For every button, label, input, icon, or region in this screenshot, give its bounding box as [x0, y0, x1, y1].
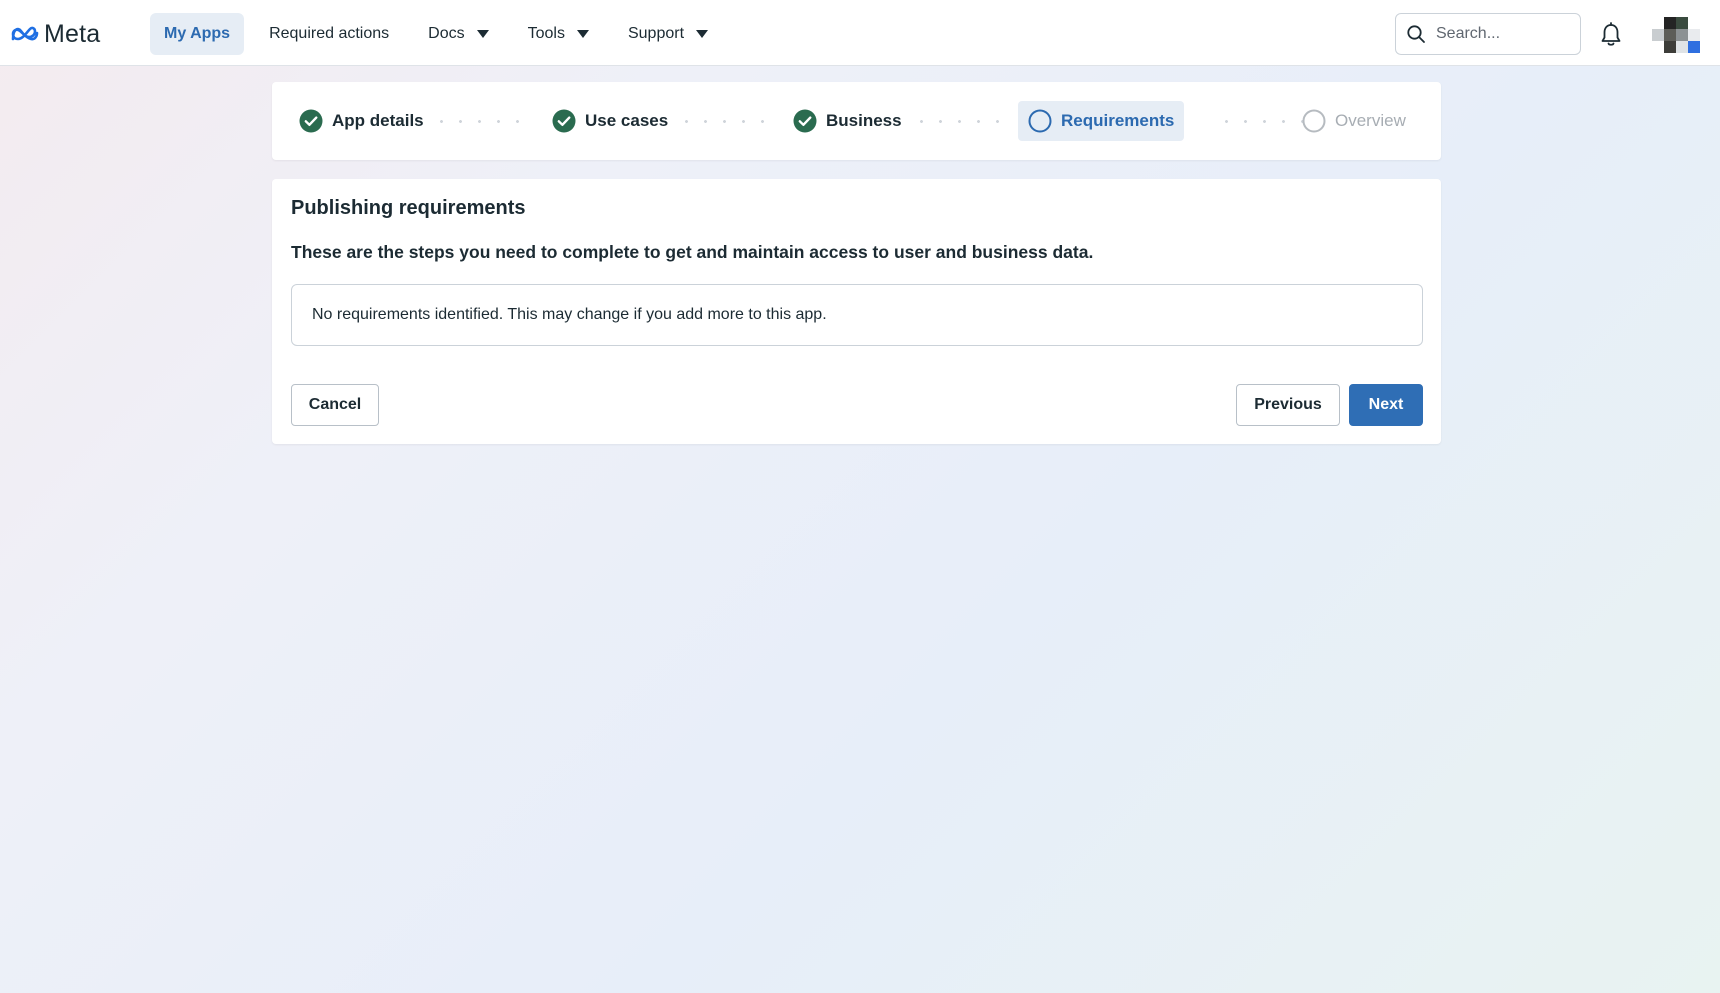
cancel-button[interactable]: Cancel	[291, 384, 379, 426]
avatar[interactable]	[1652, 17, 1700, 53]
requirements-notice: No requirements identified. This may cha…	[291, 284, 1423, 346]
step-overview[interactable]: Overview	[1302, 101, 1406, 141]
caret-down-icon	[476, 30, 489, 38]
nav-my-apps-label: My Apps	[164, 25, 231, 42]
nav-support[interactable]: Support	[614, 13, 722, 55]
step-requirements[interactable]: Requirements	[1018, 101, 1185, 141]
step-requirements-label: Requirements	[1061, 111, 1175, 130]
setup-stepper: App details Use cases Business Requireme…	[272, 82, 1441, 160]
main-nav: My Apps Required actions Docs Tools Supp…	[150, 13, 733, 55]
caret-down-icon	[696, 30, 709, 38]
caret-down-icon	[576, 30, 589, 38]
step-app-details-label: App details	[332, 111, 424, 130]
search-input[interactable]	[1434, 24, 1568, 44]
nav-my-apps[interactable]: My Apps	[150, 13, 245, 55]
page-title: Publishing requirements	[291, 197, 526, 219]
step-connector	[912, 120, 1007, 123]
circle-outline-icon	[1028, 109, 1052, 133]
previous-button[interactable]: Previous	[1236, 384, 1340, 426]
step-connector	[677, 120, 772, 123]
step-app-details[interactable]: App details	[299, 101, 424, 141]
nav-docs[interactable]: Docs	[414, 13, 502, 55]
bell-icon[interactable]	[1596, 20, 1626, 50]
nav-required-actions[interactable]: Required actions	[255, 13, 403, 55]
step-use-cases[interactable]: Use cases	[552, 101, 668, 141]
top-navigation-bar: Meta My Apps Required actions Docs Tools…	[0, 0, 1720, 66]
step-use-cases-label: Use cases	[585, 111, 669, 130]
check-circle-icon	[552, 109, 576, 133]
page-subtitle: These are the steps you need to complete…	[291, 242, 1094, 262]
meta-infinity-icon	[11, 26, 39, 41]
brand-name: Meta	[44, 19, 101, 48]
search-icon	[1407, 25, 1425, 43]
nav-tools-label: Tools	[527, 25, 565, 42]
step-business[interactable]: Business	[793, 101, 902, 141]
requirements-notice-text: No requirements identified. This may cha…	[312, 306, 827, 323]
step-overview-label: Overview	[1335, 111, 1406, 130]
nav-tools[interactable]: Tools	[514, 13, 603, 55]
step-connector	[432, 120, 527, 123]
step-connector	[1217, 120, 1312, 123]
circle-outline-icon	[1302, 109, 1326, 133]
check-circle-icon	[299, 109, 323, 133]
search-box[interactable]	[1395, 13, 1581, 55]
nav-support-label: Support	[627, 25, 685, 42]
step-business-label: Business	[826, 111, 902, 130]
publishing-requirements-card: Publishing requirements These are the st…	[272, 179, 1441, 444]
check-circle-icon	[793, 109, 817, 133]
nav-required-actions-label: Required actions	[269, 25, 390, 42]
meta-logo[interactable]: Meta	[10, 20, 100, 48]
nav-docs-label: Docs	[428, 25, 465, 42]
next-button[interactable]: Next	[1349, 384, 1423, 426]
